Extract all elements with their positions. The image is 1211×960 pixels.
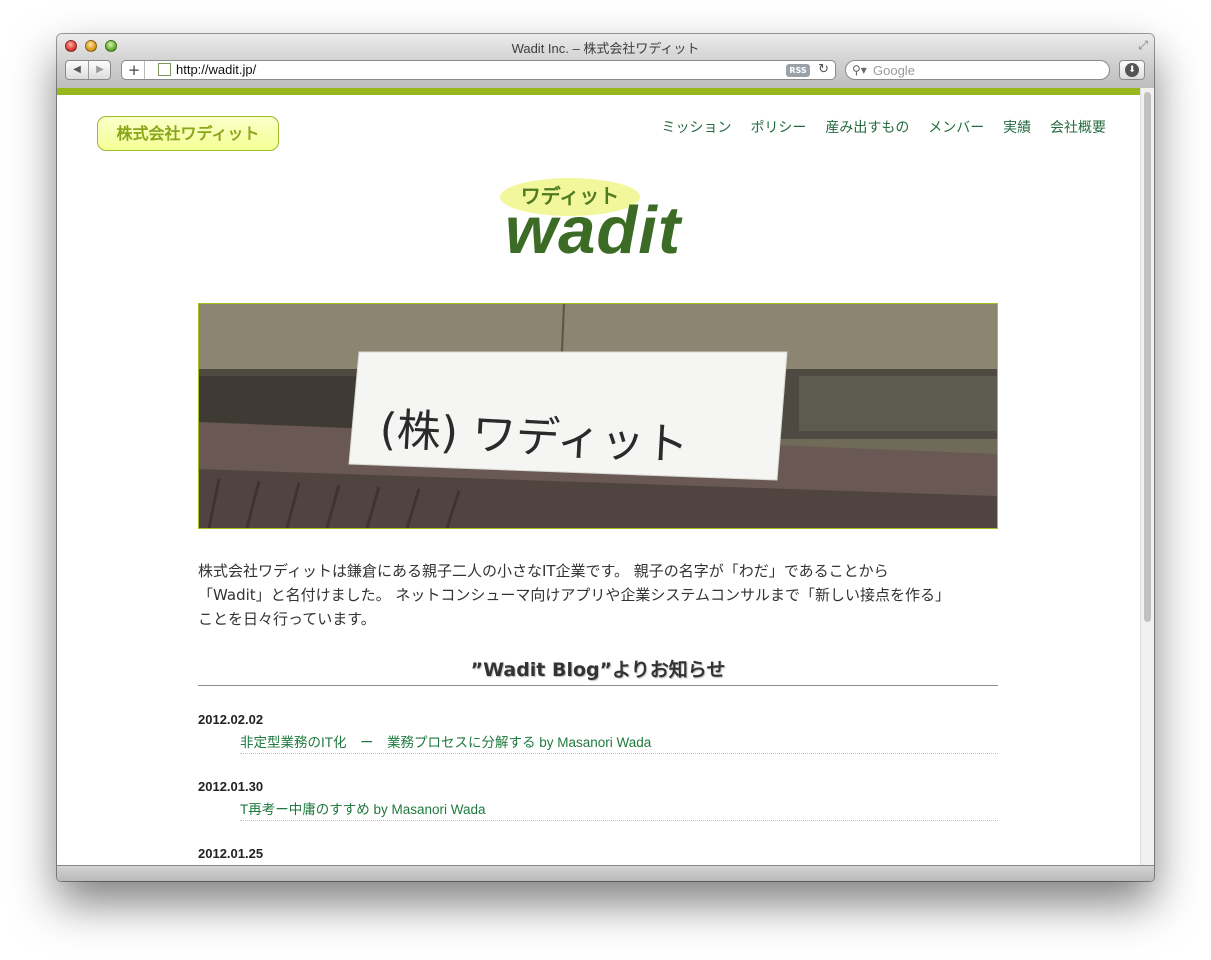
status-bar bbox=[57, 865, 1154, 881]
window-title: Wadit Inc. – 株式会社ワディット bbox=[511, 41, 700, 56]
history-buttons: ◀ ▶ bbox=[65, 60, 111, 80]
hero-photo: (株) ワディット bbox=[198, 303, 998, 529]
post-date: 2012.01.25 bbox=[198, 846, 264, 861]
logo-wordmark: wadit bbox=[505, 193, 682, 268]
nav-results[interactable]: 実績 bbox=[1003, 119, 1031, 135]
post-date: 2012.02.02 bbox=[198, 712, 264, 727]
back-button[interactable]: ◀ bbox=[66, 61, 89, 79]
brand-badge[interactable]: 株式会社ワディット bbox=[97, 116, 279, 151]
favicon-icon bbox=[158, 63, 171, 76]
intro-line-1: 株式会社ワディットは鎌倉にある親子二人の小さなIT企業です。 親子の名字が「わだ… bbox=[198, 562, 889, 580]
browser-window: Wadit Inc. – 株式会社ワディット ⤢ ◀ ▶ + http://wa… bbox=[57, 34, 1154, 881]
search-field[interactable]: ⚲▾ Google bbox=[845, 60, 1110, 80]
blog-post: 2012.01.30 T再考ー中庸のすすめ by Masanori Wada bbox=[198, 779, 998, 821]
post-date: 2012.01.30 bbox=[198, 779, 264, 794]
add-tab-icon[interactable]: + bbox=[124, 61, 145, 79]
nav-company[interactable]: 会社概要 bbox=[1050, 119, 1106, 135]
downloads-button[interactable]: ⬇ bbox=[1119, 60, 1145, 80]
rss-button[interactable]: RSS bbox=[786, 64, 810, 77]
download-icon: ⬇ bbox=[1125, 63, 1139, 77]
browser-toolbar: Wadit Inc. – 株式会社ワディット ⤢ ◀ ▶ + http://wa… bbox=[57, 34, 1154, 89]
page-accent-bar bbox=[57, 88, 1140, 95]
blog-post: 2012.02.02 非定型業務のIT化 ー 業務プロセスに分解する by Ma… bbox=[198, 712, 998, 754]
nav-policy[interactable]: ポリシー bbox=[750, 119, 806, 135]
blog-post: 2012.01.25 bbox=[198, 846, 998, 861]
site-logo[interactable]: ワディット wadit bbox=[497, 178, 697, 278]
page-content: 株式会社ワディット ミッション ポリシー 産み出すもの メンバー 実績 会社概要… bbox=[57, 95, 1140, 865]
post-link[interactable]: T再考ー中庸のすすめ by Masanori Wada bbox=[240, 798, 998, 821]
address-bar[interactable]: + http://wadit.jp/ RSS ↻ bbox=[121, 60, 836, 80]
search-icon[interactable]: ⚲▾ bbox=[852, 61, 867, 79]
blog-section-title: ”Wadit Blog”よりお知らせ bbox=[470, 659, 726, 681]
nav-mission[interactable]: ミッション bbox=[662, 119, 732, 135]
url-text[interactable]: http://wadit.jp/ bbox=[176, 62, 256, 77]
main-nav: ミッション ポリシー 産み出すもの メンバー 実績 会社概要 bbox=[662, 117, 1106, 137]
post-link[interactable]: 非定型業務のIT化 ー 業務プロセスに分解する by Masanori Wada bbox=[240, 731, 998, 754]
vertical-scrollbar[interactable] bbox=[1140, 88, 1154, 865]
fullscreen-icon[interactable]: ⤢ bbox=[1138, 38, 1148, 53]
blog-divider bbox=[198, 685, 998, 686]
search-placeholder: Google bbox=[873, 63, 915, 78]
nav-members[interactable]: メンバー bbox=[928, 119, 984, 135]
intro-line-3: ことを日々行っています。 bbox=[198, 610, 376, 628]
scrollbar-thumb[interactable] bbox=[1144, 92, 1151, 622]
intro-line-2: 「Wadit」と名付けました。 ネットコンシューマ向けアプリや企業システムコンサ… bbox=[198, 586, 950, 604]
forward-button[interactable]: ▶ bbox=[89, 61, 111, 79]
nav-products[interactable]: 産み出すもの bbox=[825, 119, 909, 135]
intro-text: 株式会社ワディットは鎌倉にある親子二人の小さなIT企業です。 親子の名字が「わだ… bbox=[198, 559, 998, 631]
reload-icon[interactable]: ↻ bbox=[818, 61, 829, 79]
